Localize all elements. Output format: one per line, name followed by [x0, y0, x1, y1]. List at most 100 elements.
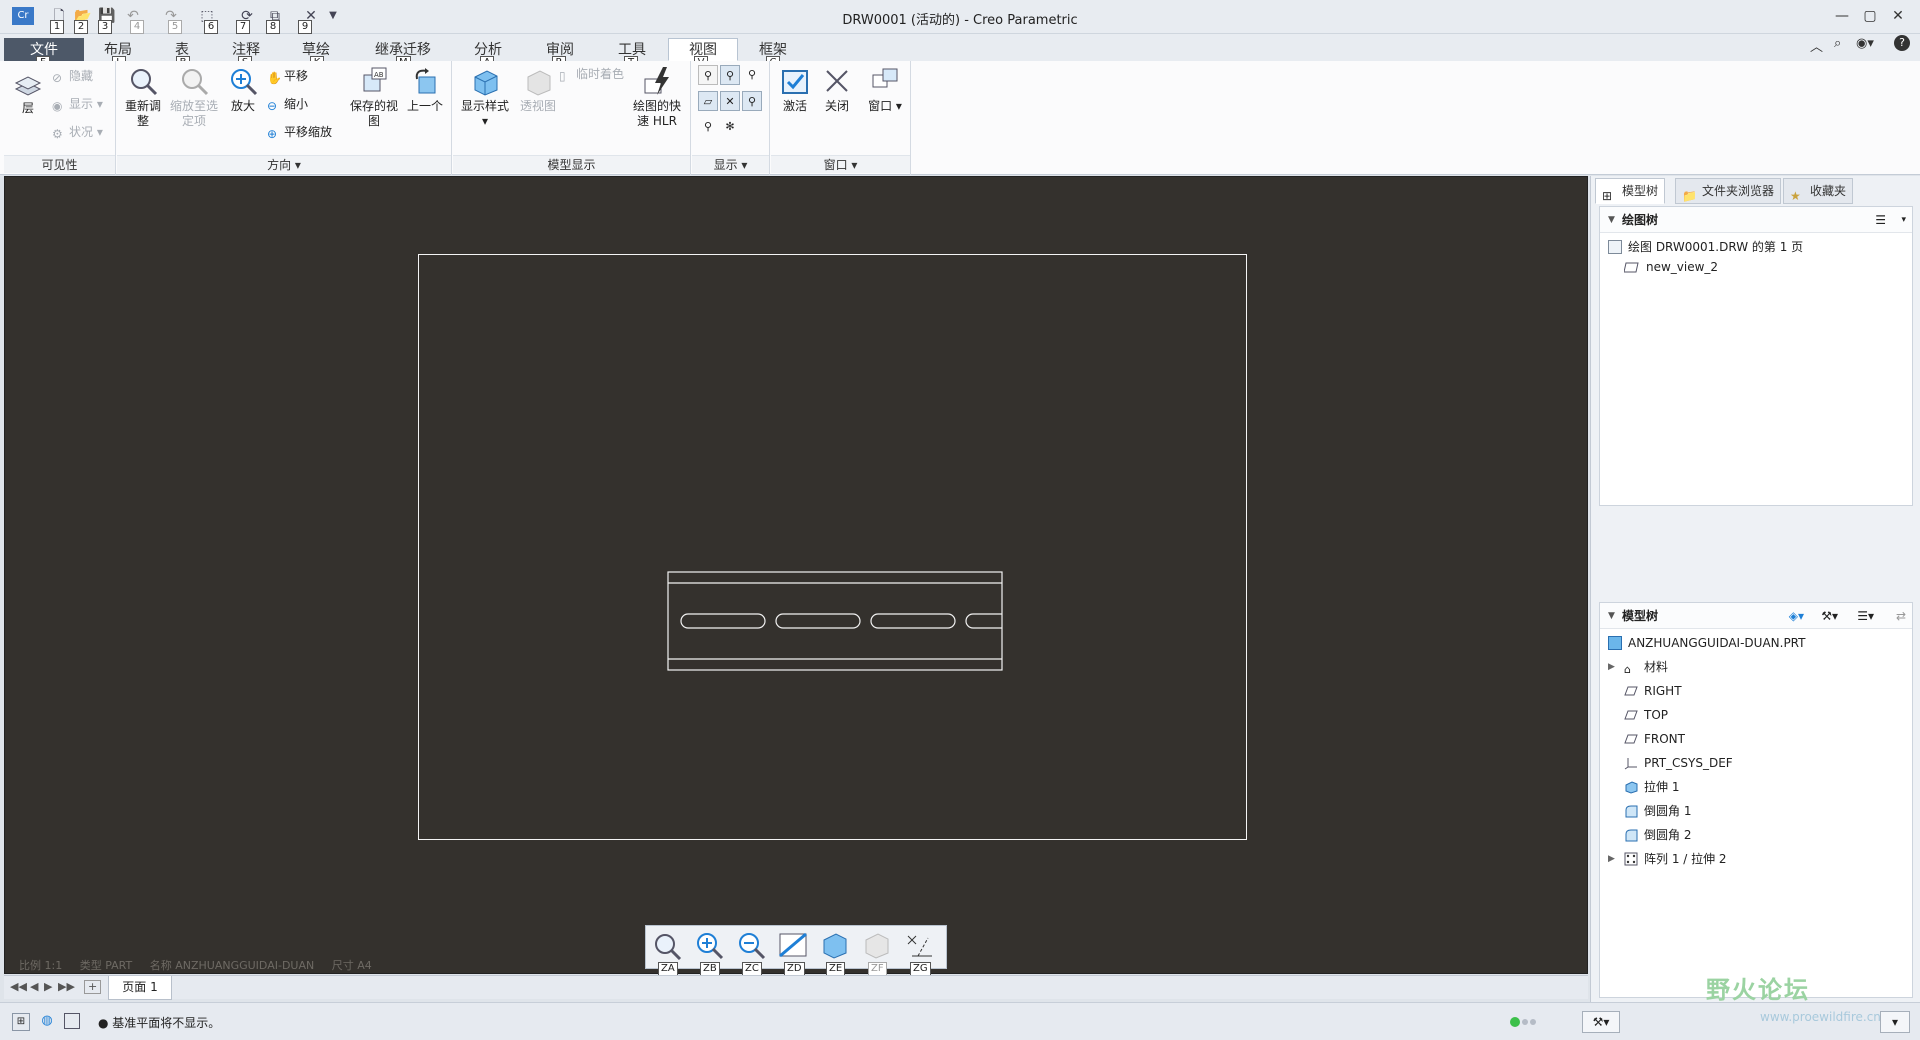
hide-icon: ⊘	[52, 71, 63, 85]
display-style-icon[interactable]: ZE	[818, 930, 852, 976]
group-window-label[interactable]: 窗口 ▾	[771, 155, 910, 173]
fast-hlr-button[interactable]: 绘图的快速 HLR	[629, 65, 685, 129]
saved-views-icon: AB	[363, 67, 387, 92]
refit-icon[interactable]: ZA	[650, 930, 684, 976]
keytip-ZE: ZE	[826, 962, 846, 976]
status-message: ● 基准平面将不显示。	[98, 1016, 221, 1030]
csys-display-icon[interactable]: ⚲	[742, 65, 762, 85]
close-window-button[interactable]: 关闭	[815, 65, 859, 114]
tree-settings-dropdown-icon[interactable]: ▾	[1901, 207, 1906, 233]
ribbon-tabs: 文件 布局 表 注释 草绘 继承迁移 分析 审阅 工具 视图 框架 F L B …	[0, 34, 1920, 70]
expand-icon[interactable]: ▶	[1608, 657, 1615, 677]
previous-view-button[interactable]: 上一个	[403, 65, 447, 114]
tree-item-extrude-1[interactable]: 拉伸 1	[1600, 777, 1679, 797]
pan-zoom-button[interactable]: ⊕ 平移缩放	[267, 123, 332, 141]
community-icon[interactable]: ◉▾	[1856, 36, 1874, 51]
help-icon[interactable]: ?	[1894, 35, 1910, 51]
zoom-in-button[interactable]: 放大	[221, 65, 265, 114]
layers-icon	[14, 76, 42, 96]
window-switch-icon	[872, 68, 898, 88]
tree-settings-icon[interactable]: ☰	[1875, 207, 1886, 233]
status-button[interactable]: ⚙ 状况 ▾	[52, 123, 103, 141]
tree-columns-icon[interactable]: ☰▾	[1857, 603, 1874, 629]
keytip-ZD: ZD	[784, 962, 805, 976]
prev-page-icon[interactable]: ◀	[30, 980, 38, 993]
tree-item-csys[interactable]: PRT_CSYS_DEF	[1600, 753, 1733, 773]
zoom-in-icon	[231, 69, 258, 96]
tree-item-round-2[interactable]: 倒圆角 2	[1600, 825, 1691, 845]
tab-favorites[interactable]: ★ 收藏夹	[1783, 178, 1854, 204]
zoom-in-icon[interactable]: ZB	[692, 930, 726, 976]
repaint-icon[interactable]: ZD	[776, 930, 810, 976]
expand-icon[interactable]: ▶	[1608, 849, 1615, 869]
temp-shading-button[interactable]: ▯ 临时着色	[559, 65, 624, 83]
plane-display-icon[interactable]: ▱	[698, 91, 718, 111]
navigator-toggle-icon[interactable]: ⊞	[12, 1013, 30, 1031]
drawing-tree-header[interactable]: ▼ 绘图树 ☰ ▾	[1600, 207, 1912, 233]
perspective-button[interactable]: 透视图	[513, 65, 563, 114]
point-display-icon[interactable]: ⚲	[720, 65, 740, 85]
show-button[interactable]: ◉ 显示 ▾	[52, 95, 103, 113]
tree-item-right[interactable]: RIGHT	[1600, 681, 1682, 701]
full-screen-icon[interactable]	[64, 1013, 80, 1029]
page-tab-1[interactable]: 页面 1	[108, 976, 172, 1000]
graphics-window[interactable]: 比例 1:1 类型 PART 名称 ANZHUANGGUIDAI-DUAN 尺寸…	[4, 176, 1588, 974]
csys-tag-icon[interactable]: ⚲	[742, 91, 762, 111]
tree-filter-icon[interactable]: ⚒▾	[1821, 603, 1838, 629]
zoom-to-selected-button[interactable]: 缩放至选定项	[167, 65, 221, 129]
filter-dropdown[interactable]: ▾	[1880, 1011, 1910, 1033]
collapse-ribbon-icon[interactable]: ︿	[1810, 36, 1823, 55]
tree-item-round-1[interactable]: 倒圆角 1	[1600, 801, 1691, 821]
show-dropdown-icon[interactable]: ◈▾	[1789, 603, 1804, 629]
tab-folder-browser[interactable]: 📁 文件夹浏览器	[1675, 178, 1782, 204]
drawing-view-new-view-2[interactable]	[667, 571, 1007, 673]
watermark-logo: 野火论坛	[1706, 976, 1810, 1004]
group-show-label[interactable]: 显示 ▾	[692, 155, 769, 173]
display-style-button[interactable]: 显示样式 ▾	[457, 65, 513, 129]
tree-item-material[interactable]: ▶ ⌂ 材料	[1600, 657, 1668, 677]
hand-icon: ✋	[267, 71, 282, 85]
group-orientation-label[interactable]: 方向 ▾	[117, 155, 451, 173]
group-show: ⚲ ⚲ ⚲ ▱ ✕ ⚲ ⚲ ✻ 显示 ▾	[692, 61, 770, 175]
drawing-tree: ▼ 绘图树 ☰ ▾ 绘图 DRW0001.DRW 的第 1 页 new_view_…	[1599, 206, 1913, 506]
maximize-button[interactable]: ▢	[1856, 6, 1884, 26]
refit-button[interactable]: 重新调整	[121, 65, 165, 129]
browser-toggle-icon[interactable]: ◍	[38, 1013, 56, 1031]
close-button[interactable]: ✕	[1884, 6, 1912, 26]
selection-filter-icon[interactable]: ⚒▾	[1582, 1011, 1620, 1033]
tab-model-tree[interactable]: ⊞ 模型树	[1595, 178, 1666, 204]
minimize-button[interactable]: —	[1828, 6, 1856, 26]
tree-item-top[interactable]: TOP	[1600, 705, 1668, 725]
datum-display-icon[interactable]: ZG	[902, 930, 936, 976]
spin-center-icon[interactable]: ✻	[720, 117, 740, 137]
tree-item-view[interactable]: new_view_2	[1623, 257, 1718, 277]
model-tree-header[interactable]: ▼ 模型树 ◈▾ ⚒▾ ☰▾ ⇄	[1600, 603, 1912, 629]
last-page-icon[interactable]: ▶▶	[58, 980, 75, 993]
status-bar: ⊞ ◍ ● 基准平面将不显示。 ⚒▾ ▾	[0, 1002, 1920, 1040]
perspective-icon[interactable]: ZF	[860, 930, 894, 976]
window-switch-button[interactable]: 窗口 ▾	[861, 65, 909, 114]
tree-item-pattern-1[interactable]: ▶ 阵列 1 / 拉伸 2	[1600, 849, 1727, 869]
round-icon	[1624, 804, 1638, 818]
tree-item-sheet[interactable]: 绘图 DRW0001.DRW 的第 1 页	[1608, 237, 1803, 257]
tree-item-front[interactable]: FRONT	[1600, 729, 1685, 749]
status-icon: ⚙	[52, 127, 63, 141]
hide-button[interactable]: ⊘ 隐藏	[52, 67, 93, 85]
first-page-icon[interactable]: ◀◀	[10, 980, 27, 993]
points-off-icon[interactable]: ✕	[720, 91, 740, 111]
annotation-display-icon[interactable]: ⚲	[698, 117, 718, 137]
pan-button[interactable]: ✋ 平移	[267, 67, 308, 85]
tree-item-part[interactable]: ANZHUANGGUIDAI-DUAN.PRT	[1606, 633, 1805, 653]
saved-views-button[interactable]: AB 保存的视图	[347, 65, 401, 129]
drawing-view-icon	[1623, 260, 1639, 274]
slot-4-partial	[965, 613, 1002, 629]
axis-display-icon[interactable]: ⚲	[698, 65, 718, 85]
next-page-icon[interactable]: ▶	[44, 980, 52, 993]
layer-button[interactable]: 层	[8, 69, 48, 116]
zoom-out-button[interactable]: ⊖ 缩小	[267, 95, 308, 113]
zoom-out-icon[interactable]: ZC	[734, 930, 768, 976]
add-page-icon[interactable]: +	[84, 980, 102, 994]
tree-sync-icon[interactable]: ⇄	[1896, 603, 1906, 629]
activate-button[interactable]: 激活	[773, 65, 817, 114]
search-icon[interactable]: ⌕	[1834, 36, 1841, 51]
